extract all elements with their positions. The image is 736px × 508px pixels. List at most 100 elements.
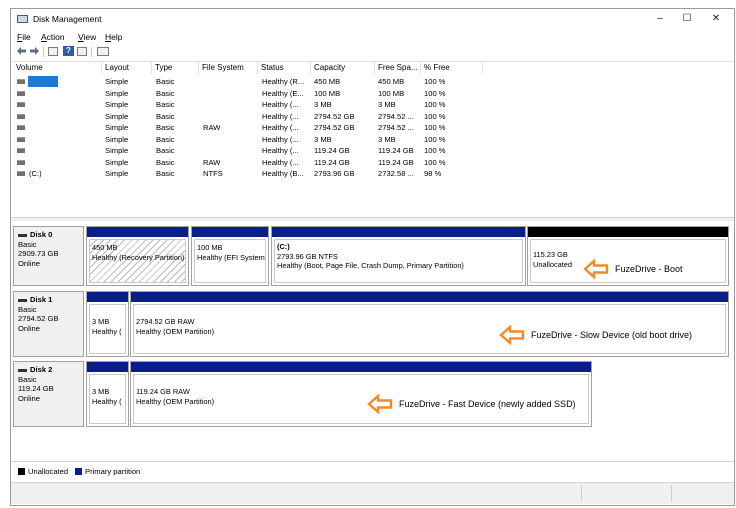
partition-bar [131, 362, 591, 372]
left-arrow-icon [499, 325, 525, 345]
partition-bar [131, 292, 728, 302]
properties-icon[interactable] [48, 47, 58, 56]
column-header-type[interactable]: Type [152, 62, 199, 74]
volume-icon [17, 113, 25, 119]
cell-type: Basic [156, 123, 175, 132]
cell-layout: Simple [105, 134, 129, 144]
cell-pct: 100 % [424, 100, 446, 109]
legend-primary-partition: Primary partition [85, 467, 141, 476]
cell-status: Healthy (... [262, 134, 299, 144]
forward-arrow-icon[interactable] [29, 46, 40, 56]
table-row[interactable]: Simple Basic Healthy (R... 450 MB 450 MB 100 … [11, 76, 734, 87]
cell-free: 2794.52 ... [378, 123, 414, 132]
cell-status: Healthy (B... [262, 169, 304, 178]
partition-bar [87, 292, 128, 302]
cell-layout: Simple [105, 100, 129, 109]
cell-free: 3 MB [378, 100, 396, 109]
table-row[interactable]: Simple Basic RAW Healthy (... 119.24 GB 119.2… [11, 157, 734, 168]
disk-management-window: Disk Management – ☐ ✕ File Action View H… [10, 8, 735, 506]
cell-pct: 100 % [424, 157, 446, 167]
menu-file[interactable]: File [17, 32, 31, 42]
cell-free: 100 MB [378, 88, 405, 98]
cell-capacity: 2793.96 GB [314, 169, 355, 178]
window-title: Disk Management [33, 14, 102, 24]
cell-free: 2794.52 ... [378, 111, 414, 121]
cell-pct: 100 % [424, 77, 446, 86]
partition-recovery[interactable]: 450 MB Healthy (Recovery Partition) [86, 226, 189, 286]
column-header-file-system[interactable]: File System [199, 62, 258, 74]
back-arrow-icon[interactable] [16, 46, 27, 56]
cell-layout: Simple [105, 146, 129, 155]
cell-status: Healthy (E... [262, 88, 304, 98]
table-row[interactable]: Simple Basic Healthy (... 3 MB 3 MB 100 % [11, 134, 734, 145]
cell-type: Basic [156, 134, 175, 144]
cell-status: Healthy (... [262, 100, 299, 109]
cell-layout: Simple [105, 88, 129, 98]
table-row[interactable]: Simple Basic Healthy (... 2794.52 GB 2794.52… [11, 111, 734, 122]
cell-layout: Simple [105, 157, 129, 167]
cell-type: Basic [156, 169, 175, 178]
cell-capacity: 450 MB [314, 77, 341, 86]
column-header-volume[interactable]: Volume [13, 62, 102, 74]
partition-disk-1-raw[interactable]: 2794.52 GB RAW Healthy (OEM Partition) [130, 291, 729, 357]
partition-bar [272, 227, 525, 237]
unallocated-swatch [18, 468, 25, 475]
disk-2-label[interactable]: Disk 2 Basic 119.24 GB Online [13, 361, 84, 427]
partition-disk-1-small[interactable]: 3 MB Healthy ( [86, 291, 129, 357]
partition-efi[interactable]: 100 MB Healthy (EFI System Partition) [191, 226, 269, 286]
close-button[interactable]: ✕ [703, 11, 729, 27]
cell-capacity: 2794.52 GB [314, 123, 355, 132]
cell-status: Healthy (R... [262, 77, 305, 86]
menu-help[interactable]: Help [105, 32, 122, 42]
table-row[interactable]: Simple Basic Healthy (E... 100 MB 100 MB 100 … [11, 88, 734, 99]
volume-list: Volume Layout Type File System Status Ca… [11, 61, 734, 217]
cell-pct: 98 % [424, 169, 442, 178]
toolbar-separator [43, 47, 44, 57]
column-header-free-space[interactable]: Free Spa... [375, 62, 421, 74]
cell-pct: 100 % [424, 88, 446, 98]
cell-type: Basic [156, 100, 175, 109]
column-header-layout[interactable]: Layout [102, 62, 152, 74]
cell-type: Basic [156, 146, 175, 155]
partition-bar [87, 362, 128, 372]
volume-icon [17, 79, 25, 84]
cell-capacity: 2794.52 GB [314, 111, 355, 121]
cell-fs: RAW [203, 157, 221, 167]
cell-type: Basic [156, 77, 175, 86]
disk-icon [18, 368, 27, 372]
cell-capacity: 119.24 GB [314, 157, 350, 167]
minimize-button[interactable]: – [647, 11, 673, 27]
maximize-button[interactable]: ☐ [674, 11, 700, 27]
table-row[interactable]: (C:) Simple Basic NTFS Healthy (B... 2793.96 … [11, 168, 734, 179]
map-icon[interactable] [97, 47, 109, 56]
annotation-disk-2: FuzeDrive - Fast Device (newly added SSD… [367, 394, 589, 414]
column-header-percent-free[interactable]: % Free [421, 62, 483, 74]
disk-1-label[interactable]: Disk 1 Basic 2794.52 GB Online [13, 291, 84, 357]
cell-free: 119.24 GB [378, 146, 414, 155]
menu-view[interactable]: View [78, 32, 96, 42]
help-icon[interactable]: ? [63, 46, 74, 56]
partition-c-drive[interactable]: (C:) 2793.96 GB NTFS Healthy (Boot, Page… [271, 226, 526, 286]
cell-status: Healthy (... [262, 111, 299, 121]
disk-0-label[interactable]: Disk 0 Basic 2909.73 GB Online [13, 226, 84, 286]
partition-bar [528, 227, 728, 237]
volume-icon [17, 148, 25, 153]
column-header-capacity[interactable]: Capacity [311, 62, 375, 74]
toolbar-separator [91, 47, 92, 57]
volume-icon [17, 159, 25, 165]
table-row[interactable]: Simple Basic RAW Healthy (... 2794.52 GB 2794… [11, 122, 734, 133]
cell-free: 2732.58 ... [378, 169, 414, 178]
table-row[interactable]: Simple Basic Healthy (... 3 MB 3 MB 100 % [11, 99, 734, 110]
partition-disk-2-small[interactable]: 3 MB Healthy ( [86, 361, 129, 427]
disk-icon [18, 233, 27, 237]
cell-capacity: 100 MB [314, 88, 341, 98]
cell-layout: Simple [105, 77, 129, 86]
column-header-status[interactable]: Status [258, 62, 311, 74]
console-icon[interactable] [77, 47, 87, 56]
menu-action[interactable]: Action [41, 32, 65, 42]
annotation-disk-1: FuzeDrive - Slow Device (old boot drive) [499, 325, 724, 345]
cell-free: 3 MB [378, 134, 396, 144]
cell-free: 450 MB [378, 77, 405, 86]
cell-layout: Simple [105, 169, 129, 178]
table-row[interactable]: Simple Basic Healthy (... 119.24 GB 119.24 G… [11, 145, 734, 156]
